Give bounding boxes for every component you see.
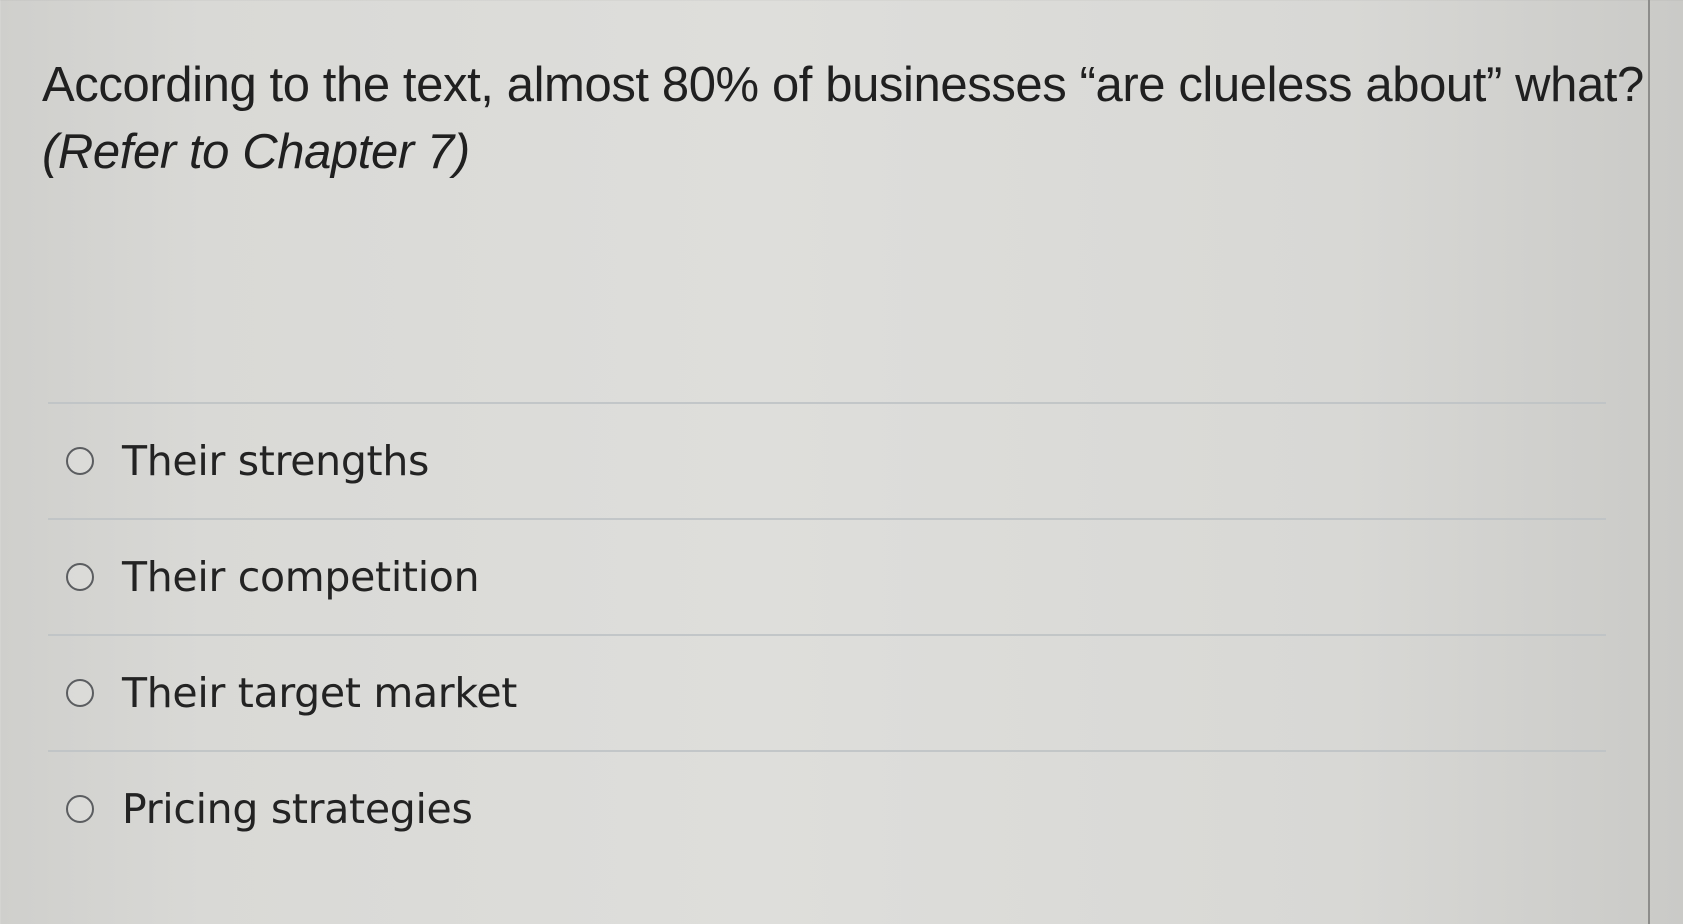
- radio-button-icon[interactable]: [66, 447, 94, 475]
- radio-button-icon[interactable]: [66, 563, 94, 591]
- question-text: According to the text, almost 80% of bus…: [42, 52, 1644, 186]
- answer-option-their-target-market[interactable]: Their target market: [48, 636, 1606, 750]
- quiz-question-screen: According to the text, almost 80% of bus…: [0, 0, 1683, 924]
- answer-label: Their strengths: [122, 436, 430, 485]
- answer-divider: [48, 402, 1606, 404]
- answer-label: Pricing strategies: [122, 784, 473, 833]
- right-page-border: [1648, 0, 1650, 924]
- answer-divider: [48, 634, 1606, 636]
- answer-option-their-competition[interactable]: Their competition: [48, 520, 1606, 634]
- answer-divider: [48, 518, 1606, 520]
- answer-option-pricing-strategies[interactable]: Pricing strategies: [48, 752, 1606, 866]
- radio-button-icon[interactable]: [66, 795, 94, 823]
- answer-option-their-strengths[interactable]: Their strengths: [48, 404, 1606, 518]
- answer-label: Their target market: [122, 668, 518, 717]
- answer-options: Their strengths Their competition Their …: [48, 402, 1606, 866]
- chapter-reference-text: (Refer to Chapter 7): [42, 125, 470, 179]
- answer-divider: [48, 750, 1606, 752]
- answer-label: Their competition: [122, 552, 480, 601]
- radio-button-icon[interactable]: [66, 679, 94, 707]
- question-main-text: According to the text, almost 80% of bus…: [42, 58, 1644, 112]
